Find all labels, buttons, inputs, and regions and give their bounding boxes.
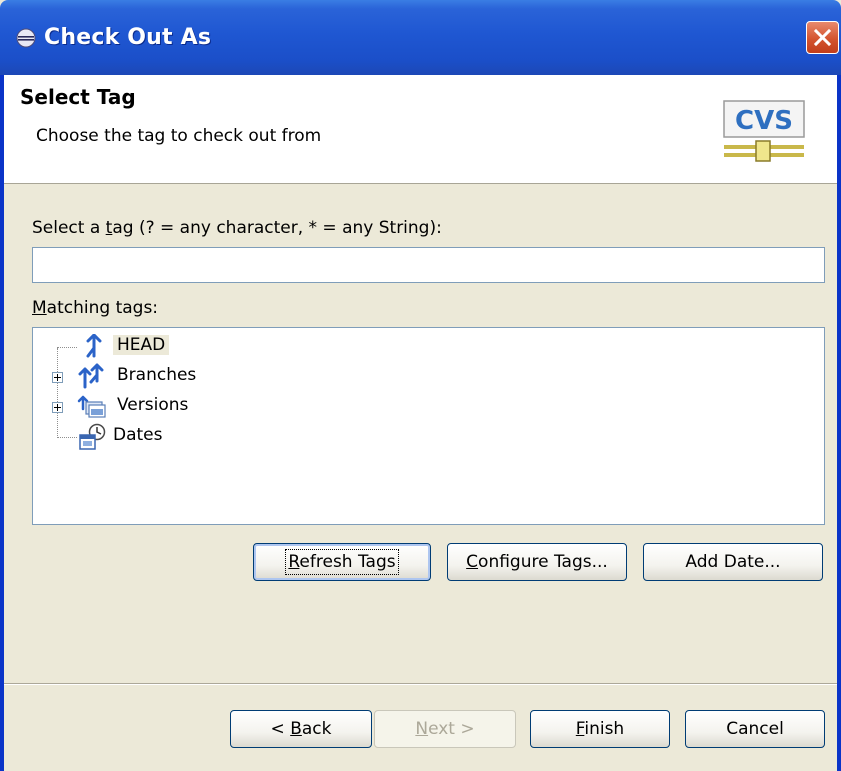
cvs-logo-text: CVS bbox=[735, 106, 793, 136]
page-title: Select Tag bbox=[20, 85, 136, 109]
head-tag-icon bbox=[86, 334, 102, 358]
tree-item-label: Dates bbox=[113, 425, 163, 445]
configure-tags-button[interactable]: Configure Tags... bbox=[447, 543, 627, 581]
refresh-tags-button[interactable]: Refresh Tags bbox=[253, 543, 431, 581]
wizard-header: Select Tag Choose the tag to check out f… bbox=[4, 75, 837, 184]
next-button[interactable]: Next > bbox=[374, 710, 516, 748]
tree-item-label: Versions bbox=[117, 395, 189, 415]
title-bar[interactable]: Check Out As bbox=[0, 0, 841, 75]
close-button[interactable] bbox=[806, 21, 839, 54]
tree-item-label: HEAD bbox=[113, 335, 170, 355]
window-title: Check Out As bbox=[44, 25, 212, 50]
tree-item-dates[interactable]: Dates bbox=[33, 423, 824, 451]
cvs-logo-icon: CVS bbox=[723, 100, 805, 162]
finish-button[interactable]: Finish bbox=[530, 710, 670, 748]
back-button[interactable]: < Back bbox=[230, 710, 372, 748]
matching-tags-tree[interactable]: HEAD Branches Versions Dates bbox=[32, 327, 825, 525]
tree-item-branches[interactable]: Branches bbox=[33, 363, 824, 391]
page-description: Choose the tag to check out from bbox=[36, 126, 322, 146]
tree-item-label: Branches bbox=[117, 365, 197, 385]
versions-icon bbox=[77, 395, 106, 418]
matching-tags-label: Matching tags: bbox=[32, 298, 159, 318]
tag-filter-input[interactable] bbox=[32, 247, 825, 283]
close-icon bbox=[813, 28, 832, 47]
eclipse-app-icon bbox=[16, 28, 36, 48]
cancel-button[interactable]: Cancel bbox=[685, 710, 825, 748]
add-date-button[interactable]: Add Date... bbox=[643, 543, 823, 581]
expand-toggle[interactable] bbox=[52, 372, 63, 383]
branches-icon bbox=[78, 363, 104, 389]
footer-separator bbox=[4, 683, 837, 685]
expand-toggle[interactable] bbox=[52, 402, 63, 413]
dates-icon bbox=[79, 423, 106, 450]
window-border-right bbox=[837, 75, 841, 771]
tag-filter-label: Select a tag (? = any character, * = any… bbox=[32, 218, 442, 238]
tree-item-versions[interactable]: Versions bbox=[33, 393, 824, 421]
tree-item-head[interactable]: HEAD bbox=[33, 333, 824, 361]
